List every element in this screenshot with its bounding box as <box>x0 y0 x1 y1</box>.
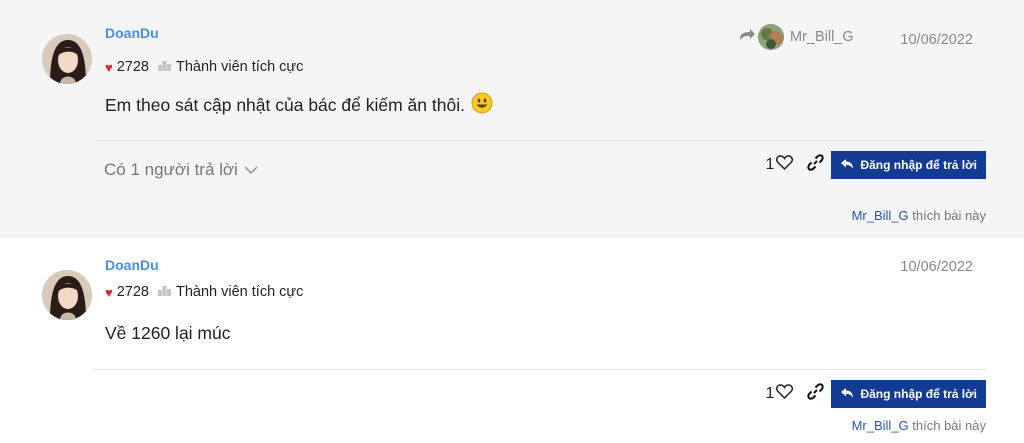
user-meta: ♥ 2728 Thành viên tích cực <box>105 59 303 75</box>
divider <box>93 369 986 370</box>
login-to-reply-label: Đăng nhập để trả lời <box>860 158 977 172</box>
reputation-count: 2728 <box>116 59 149 75</box>
heart-icon: ♥ <box>105 59 113 75</box>
post-actions: 1 Đăng nhập để trả lời <box>766 151 986 179</box>
post-text: Về 1260 lại múc <box>105 323 231 343</box>
like-icon[interactable] <box>776 384 794 404</box>
liked-by-user[interactable]: Mr_Bill_G <box>852 208 909 223</box>
rank-label: Thành viên tích cực <box>175 284 304 300</box>
liked-by-user[interactable]: Mr_Bill_G <box>852 418 909 433</box>
liked-by: Mr_Bill_G thích bài này <box>852 208 986 223</box>
post-date: 10/06/2022 <box>900 259 973 275</box>
reply-icon <box>841 158 854 172</box>
link-icon[interactable] <box>807 383 825 405</box>
heart-icon: ♥ <box>105 284 113 300</box>
liked-by-suffix: thích bài này <box>908 418 986 433</box>
reply-to[interactable]: Mr_Bill_G <box>739 24 854 50</box>
replies-label: Có 1 người trả lời <box>104 160 238 179</box>
reputation-count: 2728 <box>116 284 149 300</box>
divider <box>93 140 986 141</box>
login-to-reply-label: Đăng nhập để trả lời <box>860 387 977 401</box>
login-to-reply-button[interactable]: Đăng nhập để trả lời <box>831 151 986 179</box>
rank-label: Thành viên tích cực <box>175 59 304 75</box>
post-content: Về 1260 lại múc <box>105 323 231 344</box>
replies-toggle[interactable]: Có 1 người trả lời <box>104 160 258 180</box>
post: DoanDu ♥ 2728 Thành viên tích cực 10/06/… <box>0 238 1024 443</box>
user-meta: ♥ 2728 Thành viên tích cực <box>105 284 303 300</box>
post: DoanDu ♥ 2728 Thành viên tích cực Mr_Bil… <box>0 0 1024 238</box>
like-count: 1 <box>765 385 775 402</box>
rank-icon <box>157 284 171 300</box>
like-count: 1 <box>765 156 775 173</box>
reply-to-username[interactable]: Mr_Bill_G <box>790 29 854 45</box>
smiley-icon <box>471 92 493 119</box>
reply-icon <box>841 387 854 401</box>
rank-icon <box>157 59 171 75</box>
post-date: 10/06/2022 <box>900 32 973 48</box>
avatar[interactable] <box>42 34 92 84</box>
liked-by-suffix: thích bài này <box>908 208 986 223</box>
login-to-reply-button[interactable]: Đăng nhập để trả lời <box>831 380 986 408</box>
chevron-down-icon <box>244 160 258 180</box>
username[interactable]: DoanDu <box>105 25 159 41</box>
post-actions: 1 Đăng nhập để trả lời <box>766 380 986 408</box>
username[interactable]: DoanDu <box>105 257 159 273</box>
reply-arrow-icon <box>739 28 755 46</box>
like-icon[interactable] <box>776 155 794 175</box>
link-icon[interactable] <box>807 154 825 176</box>
liked-by: Mr_Bill_G thích bài này <box>852 418 986 433</box>
reply-to-avatar <box>758 24 784 50</box>
avatar[interactable] <box>42 270 92 320</box>
post-content: Em theo sát cập nhật của bác để kiếm ăn … <box>105 92 493 119</box>
post-text: Em theo sát cập nhật của bác để kiếm ăn … <box>105 95 465 115</box>
